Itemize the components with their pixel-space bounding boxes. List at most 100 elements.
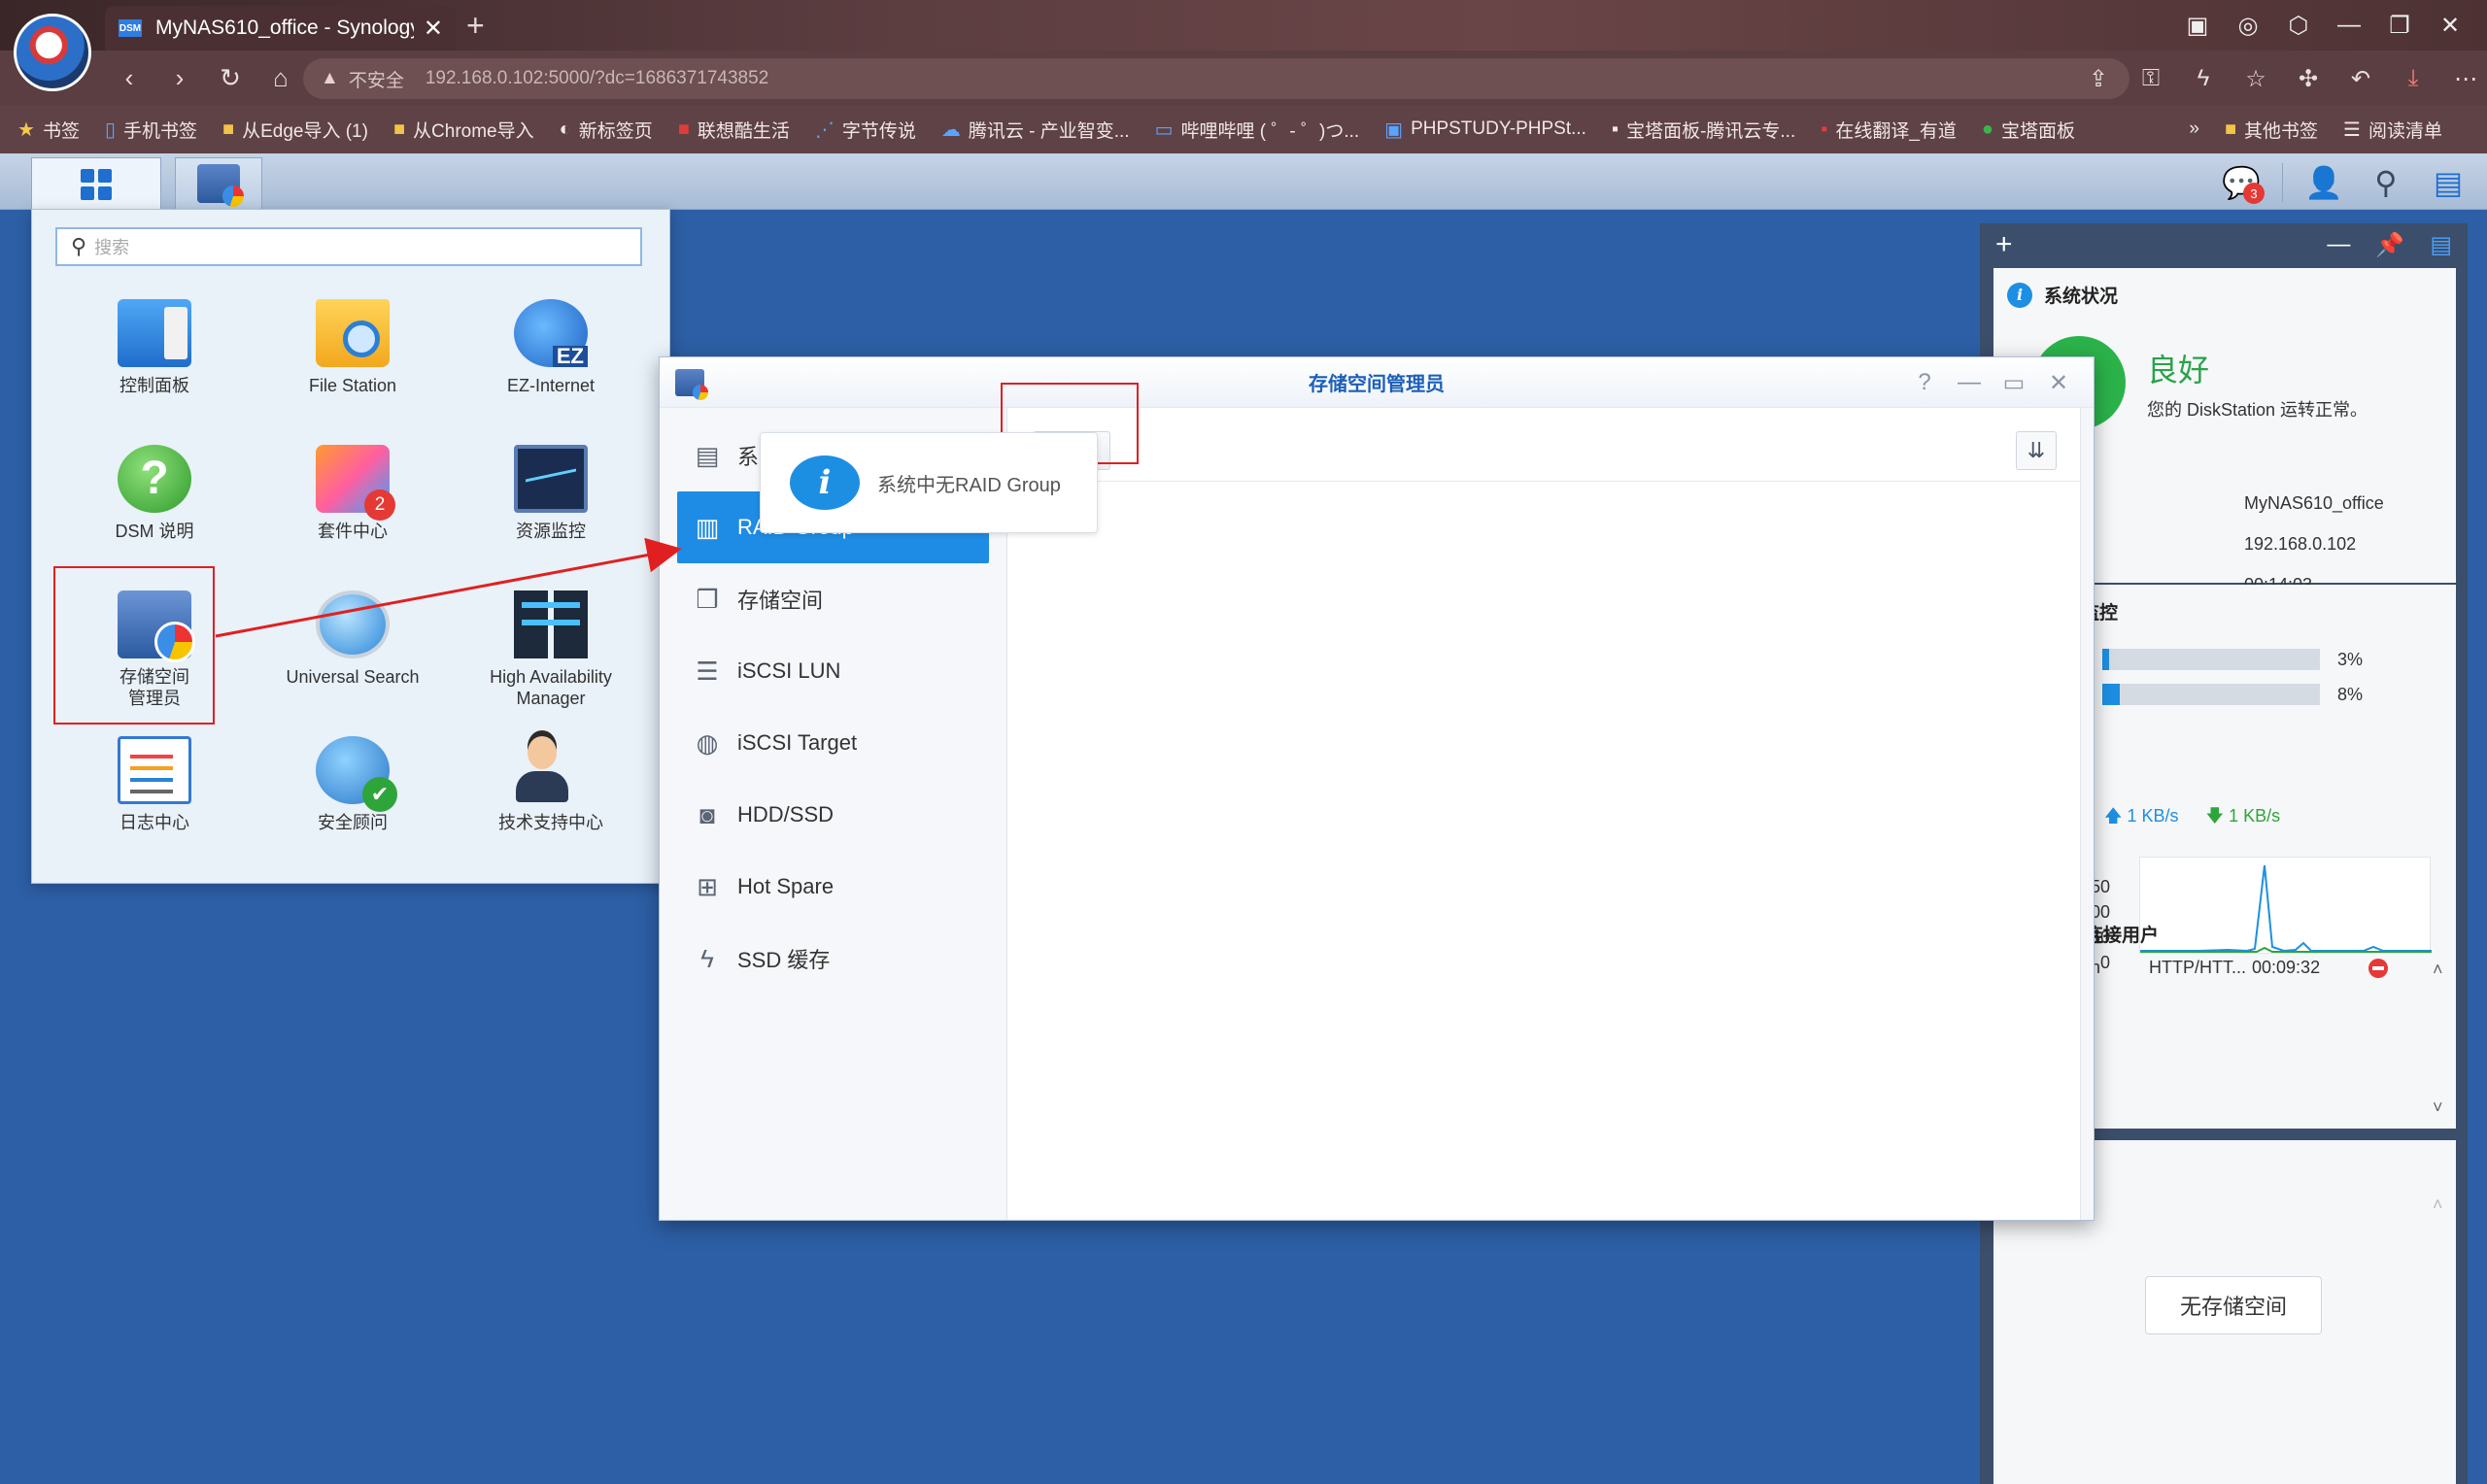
reload-icon[interactable]: ↻ [210, 58, 251, 97]
bookmark-item[interactable]: ■ 从Edge导入 (1) [222, 117, 368, 143]
dsm-favicon-icon: DSM [119, 19, 142, 37]
bookmark-item[interactable]: ▪ 在线翻译_有道 [1821, 117, 1957, 143]
info-icon: i [2007, 282, 2032, 308]
lightning-icon[interactable]: ϟ [2184, 60, 2223, 97]
insecure-label[interactable]: 不安全 [349, 66, 404, 92]
high-availability-icon [514, 590, 588, 658]
main-menu-button[interactable] [31, 157, 161, 210]
browser-tab[interactable]: DSM MyNAS610_office - Synology D ✕ [105, 6, 457, 51]
help-icon[interactable]: ? [1907, 365, 1942, 400]
undo-icon[interactable]: ↶ [2341, 60, 2380, 97]
globe-icon: ◍ [696, 727, 719, 758]
window-restore-icon[interactable]: ❐ [2374, 6, 2425, 45]
nav-storage-pool[interactable]: ❒ 存储空间 [677, 563, 989, 635]
favorite-star-icon[interactable]: ☆ [2236, 60, 2275, 97]
app-ez-internet[interactable]: EZ-Internet [452, 287, 650, 433]
browser-toolbar: ‹ › ↻ ⌂ ▲ 不安全 192.168.0.102:5000/?dc=168… [0, 51, 2487, 105]
bookmark-item[interactable]: ▣ PHPSTUDY-PHPSt... [1384, 118, 1586, 142]
url-text[interactable]: 192.168.0.102:5000/?dc=1686371743852 [426, 68, 768, 89]
pin-icon[interactable]: 📌 [2375, 231, 2404, 259]
control-panel-icon [118, 299, 191, 367]
universal-search-icon [316, 590, 390, 658]
back-icon[interactable]: ‹ [109, 58, 150, 97]
more-menu-icon[interactable]: ⋯ [2446, 60, 2485, 97]
nav-iscsi-target[interactable]: ◍ iSCSI Target [677, 707, 989, 779]
bookmark-item[interactable]: ⋰ 字节传说 [815, 117, 916, 143]
download-icon[interactable]: ⤓ [2394, 60, 2433, 97]
window-titlebar[interactable]: 存储空间管理员 ? — ▭ ✕ [660, 357, 2094, 408]
cpu-usage: 3% [2102, 649, 2376, 670]
other-bookmarks[interactable]: ■ 其他书签 [2225, 117, 2318, 143]
maximize-icon[interactable]: ▭ [1996, 365, 2031, 400]
main-menu-search-input[interactable]: ⚲ 搜索 [55, 227, 642, 266]
widgets-toggle-icon[interactable]: ▤ [2427, 161, 2470, 204]
address-bar[interactable]: ▲ 不安全 192.168.0.102:5000/?dc=16863717438… [303, 58, 2129, 99]
add-widget-icon[interactable]: + [1995, 228, 2013, 261]
reading-list[interactable]: ☰ 阅读清单 [2343, 117, 2442, 143]
notifications-icon[interactable]: 💬 3 [2220, 161, 2265, 204]
workspaces-icon[interactable]: ◎ [2223, 6, 2273, 45]
share-icon[interactable]: ⇪ [2079, 60, 2118, 97]
bookmark-item[interactable]: ☁ 腾讯云 - 产业智变... [941, 117, 1130, 143]
upload-series-line [2140, 864, 2432, 953]
tab-title: MyNAS610_office - Synology D [155, 17, 414, 39]
close-icon[interactable]: ✕ [2041, 365, 2076, 400]
chevron-up-icon[interactable]: ˄ [2433, 960, 2443, 980]
bookmark-item[interactable]: ▯ 手机书签 [105, 117, 197, 143]
edge-icon: ◐ [559, 118, 571, 140]
tab-close-icon[interactable]: ✕ [424, 15, 443, 43]
bookmark-item[interactable]: ▭ 哔哩哔哩 ( ゜- ゜)つ... [1155, 117, 1360, 143]
forward-icon[interactable]: › [159, 58, 200, 97]
key-icon[interactable]: ⚿ [2131, 60, 2170, 97]
ram-usage-percent: 8% [2337, 684, 2364, 704]
profile-avatar[interactable] [14, 14, 91, 91]
extensions-icon[interactable]: ✣ [2289, 60, 2328, 97]
folder-icon: ■ [392, 118, 406, 140]
nav-ssd-cache[interactable]: ϟ SSD 缓存 [677, 923, 989, 995]
bytedance-icon: ⋰ [814, 118, 835, 141]
sort-icon[interactable]: ⇊ [2016, 431, 2057, 470]
app-support-center[interactable]: 技术支持中心 [452, 725, 650, 870]
app-package-center[interactable]: 2 套件中心 [254, 433, 452, 579]
taskbar-storage-manager-button[interactable] [175, 157, 262, 210]
app-resource-monitor[interactable]: 资源监控 [452, 433, 650, 579]
bookmark-item[interactable]: ● 宝塔面板 [1982, 117, 2075, 143]
bookmark-item[interactable]: ◐ 新标签页 [560, 117, 653, 143]
extensions-shield-icon[interactable]: ⬡ [2273, 6, 2324, 45]
bookmark-item[interactable]: ■ 从Chrome导入 [393, 117, 534, 143]
nav-hdd-ssd[interactable]: ◙ HDD/SSD [677, 779, 989, 851]
no-storage-button[interactable]: 无存储空间 [2145, 1276, 2322, 1334]
app-security-advisor[interactable]: 安全顾问 [254, 725, 452, 870]
chevron-down-icon[interactable]: ˅ [2433, 1097, 2443, 1118]
nav-hot-spare[interactable]: ⊞ Hot Spare [677, 851, 989, 923]
nav-iscsi-lun[interactable]: ☰ iSCSI LUN [677, 635, 989, 707]
user-icon[interactable]: 👤 [2302, 161, 2345, 204]
disconnect-user-icon[interactable] [2368, 958, 2389, 978]
support-center-icon [514, 736, 588, 804]
app-control-panel[interactable]: 控制面板 [55, 287, 254, 433]
warning-icon[interactable]: ▲ [321, 68, 339, 89]
bookmark-item[interactable]: ■ 联想酷生活 [678, 117, 790, 143]
home-icon[interactable]: ⌂ [260, 58, 301, 97]
window-minimize-icon[interactable]: — [2324, 6, 2374, 45]
search-icon[interactable]: ⚲ [2365, 161, 2407, 204]
minimize-icon[interactable]: — [1952, 365, 1987, 400]
tab-actions-icon[interactable]: ▣ [2172, 6, 2223, 45]
window-close-icon[interactable]: ✕ [2425, 6, 2475, 45]
bookmarks-overflow[interactable]: » [2189, 118, 2199, 140]
chevron-up-icon[interactable]: ˄ [2433, 1195, 2443, 1215]
app-log-center[interactable]: 日志中心 [55, 725, 254, 870]
ram-usage-fill [2102, 684, 2120, 705]
window-scroll-edge [2080, 408, 2094, 1220]
bookmark-item[interactable]: ▪ 宝塔面板-腾讯云专... [1612, 117, 1795, 143]
app-file-station[interactable]: File Station [254, 287, 452, 433]
widget-panel-toggle-icon[interactable]: ▤ [2430, 231, 2452, 259]
log-center-icon [118, 736, 191, 804]
new-tab-icon[interactable]: + [466, 8, 485, 44]
app-high-availability-manager[interactable]: High Availability Manager [452, 579, 650, 725]
minimize-widgets-icon[interactable]: — [2327, 231, 2350, 259]
app-dsm-help[interactable]: ? DSM 说明 [55, 433, 254, 579]
bookmark-item[interactable]: ★ 书签 [17, 117, 80, 143]
app-universal-search[interactable]: Universal Search [254, 579, 452, 725]
network-speed: 🡅 1 KB/s 🡇 1 KB/s [2104, 804, 2280, 833]
